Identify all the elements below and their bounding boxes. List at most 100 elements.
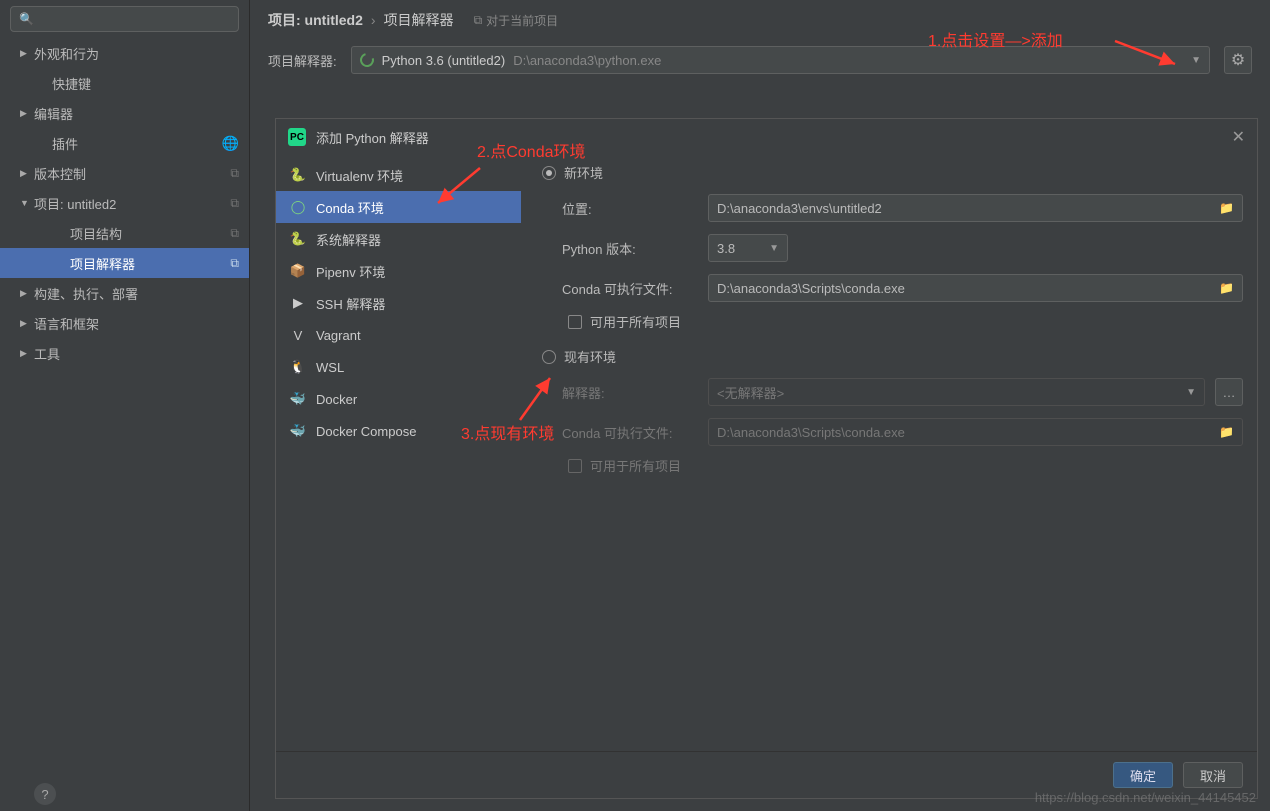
search-input[interactable]	[40, 12, 230, 26]
field-interpreter: 解释器: <无解释器> ▼ …	[532, 378, 1243, 406]
settings-tree-item[interactable]: ▼项目: untitled2⧉	[0, 188, 249, 218]
conda-label: Conda 可执行文件:	[562, 279, 698, 298]
radio-new-environment[interactable]: 新环境	[532, 163, 1243, 182]
pyver-select[interactable]: 3.8 ▼	[708, 234, 788, 262]
env-type-item[interactable]: ▶SSH 解释器	[276, 287, 521, 319]
breadcrumb: 项目: untitled2 › 项目解释器 ⧉ 对于当前项目	[250, 0, 1270, 40]
interpreter-select[interactable]: Python 3.6 (untitled2) D:\anaconda3\pyth…	[351, 46, 1210, 74]
settings-tree-item[interactable]: ▶工具	[0, 338, 249, 368]
env-type-icon: 🐳	[290, 391, 306, 407]
tree-item-label: 项目结构	[70, 224, 122, 243]
dialog-body: 🐍Virtualenv 环境◯Conda 环境🐍系统解释器📦Pipenv 环境▶…	[276, 155, 1257, 751]
env-type-label: Docker Compose	[316, 424, 416, 439]
radio-unchecked-icon	[542, 350, 556, 364]
field-location: 位置: D:\anaconda3\envs\untitled2 📁	[532, 194, 1243, 222]
gear-icon: ⚙	[1231, 50, 1245, 70]
cancel-button[interactable]: 取消	[1183, 762, 1243, 788]
env-type-label: 系统解释器	[316, 230, 381, 249]
settings-tree-item[interactable]: 项目结构⧉	[0, 218, 249, 248]
env-type-item[interactable]: ◯ Conda 环境	[276, 191, 521, 223]
add-interpreter-dialog: PC 添加 Python 解释器 ✕ 🐍Virtualenv 环境◯Conda …	[275, 118, 1258, 799]
env-type-item[interactable]: 🐍系统解释器	[276, 223, 521, 255]
chevron-icon: ▶	[20, 288, 30, 299]
checkbox-all-projects[interactable]: 可用于所有项目	[532, 312, 1243, 331]
settings-tree-item[interactable]: 插件🌐	[0, 128, 249, 158]
checkbox-icon	[568, 459, 582, 473]
environment-type-list: 🐍Virtualenv 环境◯Conda 环境🐍系统解释器📦Pipenv 环境▶…	[276, 155, 522, 751]
radio-checked-icon	[542, 166, 556, 180]
env-type-icon: 🐍	[290, 167, 306, 183]
help-button[interactable]: ?	[34, 783, 56, 805]
conda-exe-input[interactable]: D:\anaconda3\Scripts\conda.exe 📁	[708, 274, 1243, 302]
tree-item-label: 编辑器	[34, 104, 73, 123]
env-type-label: Docker	[316, 392, 357, 407]
env-type-icon: ◯	[290, 199, 306, 215]
chevron-down-icon: ▼	[769, 243, 779, 254]
settings-tree: ▶外观和行为快捷键▶编辑器插件🌐▶版本控制⧉▼项目: untitled2⧉项目结…	[0, 38, 249, 811]
conda-exe-input-2[interactable]: D:\anaconda3\Scripts\conda.exe 📁	[708, 418, 1243, 446]
settings-tree-item[interactable]: ▶外观和行为	[0, 38, 249, 68]
chevron-icon: ▶	[20, 48, 30, 59]
env-type-item[interactable]: 📦 Pipenv 环境	[276, 255, 521, 287]
env-type-item[interactable]: 🐳 Docker	[276, 383, 521, 415]
chevron-down-icon: ▼	[1191, 55, 1201, 66]
env-type-icon: ▶	[290, 295, 306, 311]
tree-item-label: 版本控制	[34, 164, 86, 183]
pycharm-icon: PC	[288, 128, 306, 146]
env-type-item[interactable]: 🐳 Docker Compose	[276, 415, 521, 447]
chevron-icon: ▶	[20, 348, 30, 359]
pyver-label: Python 版本:	[562, 239, 698, 258]
radio-existing-environment[interactable]: 现有环境	[532, 347, 1243, 366]
env-type-label: Conda 环境	[316, 198, 384, 217]
env-type-item[interactable]: 🐧 WSL	[276, 351, 521, 383]
copy-icon: ⧉	[230, 256, 239, 271]
env-type-label: WSL	[316, 360, 344, 375]
env-type-icon: 📦	[290, 263, 306, 279]
folder-icon[interactable]: 📁	[1219, 281, 1234, 295]
environment-form: 新环境 位置: D:\anaconda3\envs\untitled2 📁 Py…	[522, 155, 1257, 751]
interpreter-row: 项目解释器: Python 3.6 (untitled2) D:\anacond…	[250, 40, 1270, 88]
tree-item-label: 构建、执行、部署	[34, 284, 138, 303]
env-type-item[interactable]: VVagrant	[276, 319, 521, 351]
interpreter-name: Python 3.6 (untitled2)	[382, 53, 506, 68]
settings-tree-item[interactable]: ▶ 语言和框架	[0, 308, 249, 338]
folder-icon[interactable]: 📁	[1219, 201, 1234, 215]
browse-button[interactable]: …	[1215, 378, 1243, 406]
tree-item-label: 快捷键	[52, 74, 91, 93]
settings-tree-item[interactable]: 项目解释器 ⧉	[0, 248, 249, 278]
search-icon: 🔍	[19, 12, 34, 26]
field-conda-exe: Conda 可执行文件: D:\anaconda3\Scripts\conda.…	[532, 274, 1243, 302]
checkbox-all-projects-2[interactable]: 可用于所有项目	[532, 456, 1243, 475]
settings-tree-item[interactable]: ▶版本控制⧉	[0, 158, 249, 188]
interpreter-settings-button[interactable]: ⚙	[1224, 46, 1252, 74]
env-type-icon: V	[290, 328, 306, 343]
env-type-icon: 🐳	[290, 423, 306, 439]
location-input[interactable]: D:\anaconda3\envs\untitled2 📁	[708, 194, 1243, 222]
settings-search[interactable]: 🔍	[10, 6, 239, 32]
env-type-label: Pipenv 环境	[316, 262, 385, 281]
settings-tree-item[interactable]: ▶编辑器	[0, 98, 249, 128]
watermark: https://blog.csdn.net/weixin_44145452	[1035, 790, 1256, 805]
tree-item-label: 项目: untitled2	[34, 194, 116, 213]
chevron-icon: ▼	[20, 198, 30, 208]
crumb-separator: ›	[371, 12, 376, 28]
checkbox-icon	[568, 315, 582, 329]
settings-sidebar: 🔍 ▶外观和行为快捷键▶编辑器插件🌐▶版本控制⧉▼项目: untitled2⧉项…	[0, 0, 250, 811]
tree-item-label: 项目解释器	[70, 254, 135, 273]
settings-tree-item[interactable]: ▶ 构建、执行、部署	[0, 278, 249, 308]
env-type-item[interactable]: 🐍Virtualenv 环境	[276, 159, 521, 191]
chevron-icon: ▶	[20, 318, 30, 329]
ok-button[interactable]: 确定	[1113, 762, 1173, 788]
close-icon[interactable]: ✕	[1232, 127, 1245, 147]
env-type-icon: 🐧	[290, 359, 306, 375]
crumb-leaf: 项目解释器	[384, 10, 454, 30]
interpreter-select[interactable]: <无解释器> ▼	[708, 378, 1205, 406]
python-icon	[357, 50, 376, 69]
folder-icon[interactable]: 📁	[1219, 425, 1234, 439]
field-conda-exe-2: Conda 可执行文件: D:\anaconda3\Scripts\conda.…	[532, 418, 1243, 446]
settings-tree-item[interactable]: 快捷键	[0, 68, 249, 98]
location-label: 位置:	[562, 199, 698, 218]
language-icon: 🌐	[222, 135, 239, 152]
chevron-down-icon: ▼	[1186, 387, 1196, 398]
tree-item-label: 语言和框架	[34, 314, 99, 333]
